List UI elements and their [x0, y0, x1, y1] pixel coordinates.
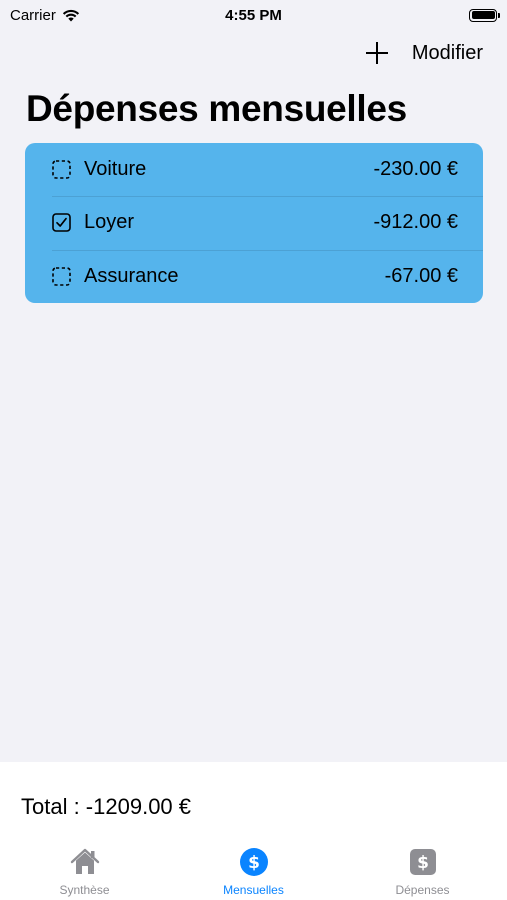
tab-synthese[interactable]: Synthèse [0, 846, 169, 900]
tab-bar: Synthèse $ Mensuelles $ Dépenses [0, 846, 507, 900]
nav-bar: Modifier [364, 34, 483, 72]
edit-button[interactable]: Modifier [412, 42, 483, 65]
expense-amount: -67.00 € [384, 264, 458, 287]
svg-text:$: $ [417, 853, 429, 873]
expense-label: Loyer [84, 211, 135, 234]
add-button[interactable] [364, 40, 390, 66]
bottom-panel: Total : -1209.00 € Synthèse $ Mensuelles… [0, 762, 507, 900]
battery-level [471, 11, 495, 19]
expense-label: Assurance [84, 264, 179, 287]
expense-amount: -912.00 € [373, 211, 458, 234]
status-left: Carrier [10, 7, 80, 24]
expense-row[interactable]: Assurance -67.00 € [25, 249, 483, 303]
svg-text:$: $ [248, 853, 260, 873]
tab-label: Dépenses [395, 883, 450, 897]
total-label: Total : -1209.00 € [21, 794, 192, 819]
page-title: Dépenses mensuelles [26, 88, 407, 129]
checkbox-empty-icon[interactable] [52, 160, 71, 179]
tab-label: Mensuelles [223, 883, 284, 897]
tab-mensuelles[interactable]: $ Mensuelles [169, 846, 338, 900]
expense-list: Voiture -230.00 € Loyer -912.00 € Assura… [25, 143, 483, 303]
carrier-label: Carrier [10, 6, 56, 24]
status-bar: Carrier 4:55 PM [0, 0, 507, 30]
checkbox-empty-icon[interactable] [52, 266, 71, 286]
tab-label: Synthèse [59, 883, 110, 897]
battery-icon [469, 8, 500, 22]
dollar-circle-icon: $ [239, 848, 268, 876]
expense-row[interactable]: Loyer -912.00 € [25, 196, 483, 249]
tab-depenses[interactable]: $ Dépenses [338, 846, 507, 900]
house-icon [70, 848, 99, 874]
dollar-square-icon: $ [409, 849, 436, 875]
expense-row[interactable]: Voiture -230.00 € [25, 143, 483, 196]
expense-label: Voiture [84, 158, 147, 181]
expense-amount: -230.00 € [373, 158, 458, 181]
wifi-icon [62, 9, 79, 21]
checkbox-checked-icon[interactable] [52, 213, 71, 233]
